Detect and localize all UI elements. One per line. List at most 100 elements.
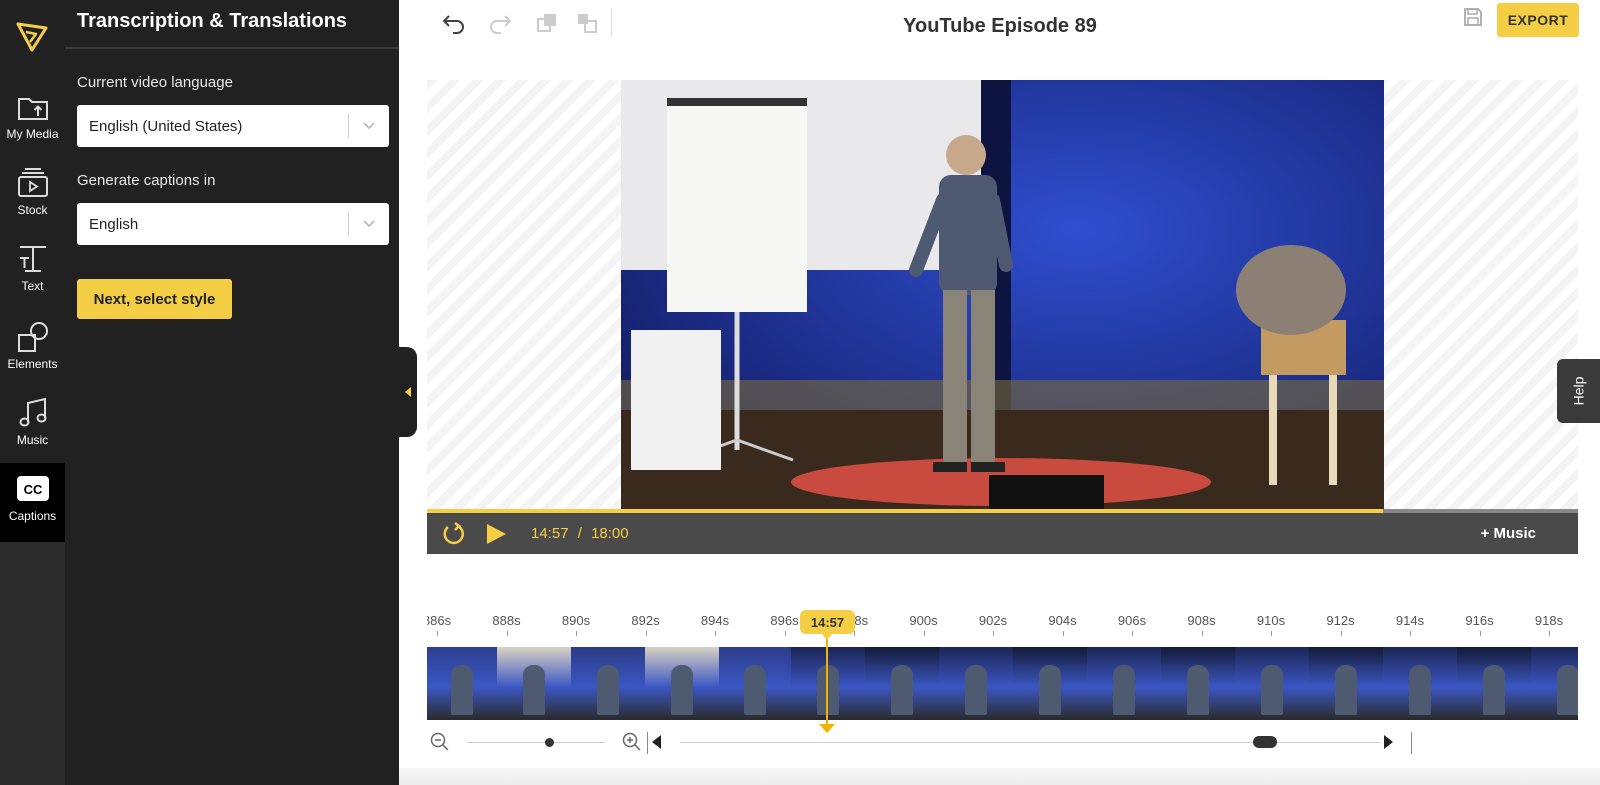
add-music-button[interactable]: + Music [1481, 525, 1536, 542]
timeline-tick-label: 916s [1465, 613, 1494, 628]
help-tab[interactable]: Help [1557, 359, 1600, 423]
scroll-right-icon[interactable] [1383, 734, 1403, 752]
timeline-tick-mark [645, 631, 647, 636]
timeline-tick-label: 894s [700, 613, 730, 628]
playhead-time-badge[interactable]: 14:57 [800, 610, 855, 634]
bring-forward-button[interactable] [534, 10, 560, 36]
rail-item-label: Music [16, 433, 49, 447]
video-preview[interactable] [621, 80, 1384, 509]
timeline-tick-mark [715, 631, 716, 636]
icon-rail: My Media Stock Text Elements Music CC Ca… [0, 0, 65, 785]
playhead-line[interactable] [826, 634, 828, 730]
timeline-tick-label: 892s [631, 613, 660, 628]
zoom-in-icon[interactable] [622, 732, 642, 752]
collapse-panel-handle[interactable] [399, 347, 417, 437]
zoom-slider-track[interactable] [467, 742, 605, 743]
toolbar-divider [611, 8, 612, 36]
filmstrip-frame-figure [1039, 665, 1061, 715]
rail-item-elements[interactable]: Elements [0, 312, 65, 390]
scroll-divider-right [1411, 732, 1412, 754]
save-icon[interactable] [1462, 6, 1486, 30]
undo-button[interactable] [441, 10, 467, 36]
filmstrip-frame-figure [597, 665, 619, 715]
logo-icon[interactable] [14, 18, 50, 54]
timeline-tick-label: 910s [1256, 613, 1286, 628]
timeline-tick-mark [784, 631, 786, 636]
timeline-tick-label: 908s [1187, 613, 1216, 628]
timeline-tick-mark [923, 631, 925, 636]
project-title[interactable]: YouTube Episode 89 [870, 15, 1130, 38]
next-select-style-button[interactable]: Next, select style [77, 279, 232, 319]
timeline-filmstrip[interactable] [427, 647, 1578, 720]
timeline-tick-label: 888s [492, 613, 521, 628]
timeline-ruler[interactable]: 886s888s890s892s894s896s898s900s902s904s… [427, 606, 1578, 636]
filmstrip-frame-figure [671, 665, 693, 715]
timeline-tick-mark [1132, 631, 1133, 636]
filmstrip-frame-figure [965, 665, 987, 715]
filmstrip-frame-figure [1113, 665, 1135, 715]
timeline-tick-mark [1201, 631, 1203, 636]
captions-language-label: Generate captions in [77, 172, 216, 189]
replay-button[interactable] [441, 522, 467, 551]
editor-app: My Media Stock Text Elements Music CC Ca… [0, 0, 1600, 785]
timeline-tick-label: 886s [427, 613, 452, 628]
export-button[interactable]: EXPORT [1497, 3, 1579, 37]
timeline-tick-mark [1479, 631, 1481, 636]
timeline-tick-label: 890s [561, 613, 591, 628]
rail-item-stock[interactable]: Stock [0, 158, 65, 236]
zoom-slider-knob[interactable] [545, 738, 554, 747]
filmstrip-frame [1161, 647, 1235, 720]
shapes-icon [17, 322, 48, 352]
rail-item-my-media[interactable]: My Media [0, 82, 65, 160]
rail-item-label: Text [21, 279, 44, 293]
timeline-tick-label: 904s [1048, 613, 1077, 628]
filmstrip-frame [1309, 647, 1383, 720]
scroll-left-icon[interactable] [650, 734, 670, 752]
layer-forward-icon [537, 14, 556, 32]
chevron-down-icon[interactable] [349, 219, 389, 229]
timeline-tick-label: 902s [978, 613, 1008, 628]
filmstrip-frame [1087, 647, 1161, 720]
filmstrip-frame-figure [891, 665, 913, 715]
play-button[interactable] [485, 523, 507, 550]
captions-panel: Transcription & Translations Current vid… [65, 0, 399, 785]
video-language-select[interactable]: English (United States) [77, 105, 389, 147]
captions-language-value: English [89, 215, 139, 233]
video-language-value: English (United States) [89, 117, 243, 135]
filmstrip-frame-figure [451, 665, 473, 715]
redo-icon [490, 15, 512, 34]
captions-language-select[interactable]: English [77, 203, 389, 245]
filmstrip-frame [1383, 647, 1457, 720]
timeline-scrollbar-thumb[interactable] [1253, 736, 1277, 748]
svg-text:CC: CC [23, 482, 42, 497]
timeline-tick-mark [576, 631, 577, 636]
undo-icon [442, 15, 464, 34]
music-note-icon [19, 397, 46, 427]
timeline-tick-label: 918s [1534, 613, 1564, 628]
filmstrip-frame-figure [1335, 665, 1357, 715]
timeline-tick-mark [1549, 631, 1550, 636]
filmstrip-frame [427, 647, 497, 720]
rail-item-music[interactable]: Music [0, 388, 65, 466]
timeline-tick-mark [1062, 631, 1064, 636]
rail-item-label: Stock [17, 203, 48, 217]
redo-button[interactable] [487, 10, 513, 36]
cc-icon: CC [16, 476, 49, 501]
filmstrip-frame [719, 647, 791, 720]
layer-backward-icon [578, 14, 597, 33]
rail-item-captions[interactable]: CC Captions [0, 464, 65, 542]
filmstrip-frame [1013, 647, 1087, 720]
chevron-down-icon[interactable] [349, 121, 389, 131]
filmstrip-frame [1457, 647, 1531, 720]
rail-item-text[interactable]: Text [0, 234, 65, 312]
playhead-marker-icon[interactable] [819, 724, 835, 734]
video-language-label: Current video language [77, 74, 233, 91]
duration: 18:00 [591, 525, 629, 542]
timeline-tick-mark [1410, 631, 1411, 636]
send-backward-button[interactable] [574, 10, 600, 36]
zoom-out-icon[interactable] [430, 732, 450, 752]
video-frame-image [621, 80, 1384, 509]
filmstrip-frame-figure [1409, 665, 1431, 715]
time-separator: / [577, 525, 582, 542]
timeline-tick-label: 906s [1117, 613, 1147, 628]
